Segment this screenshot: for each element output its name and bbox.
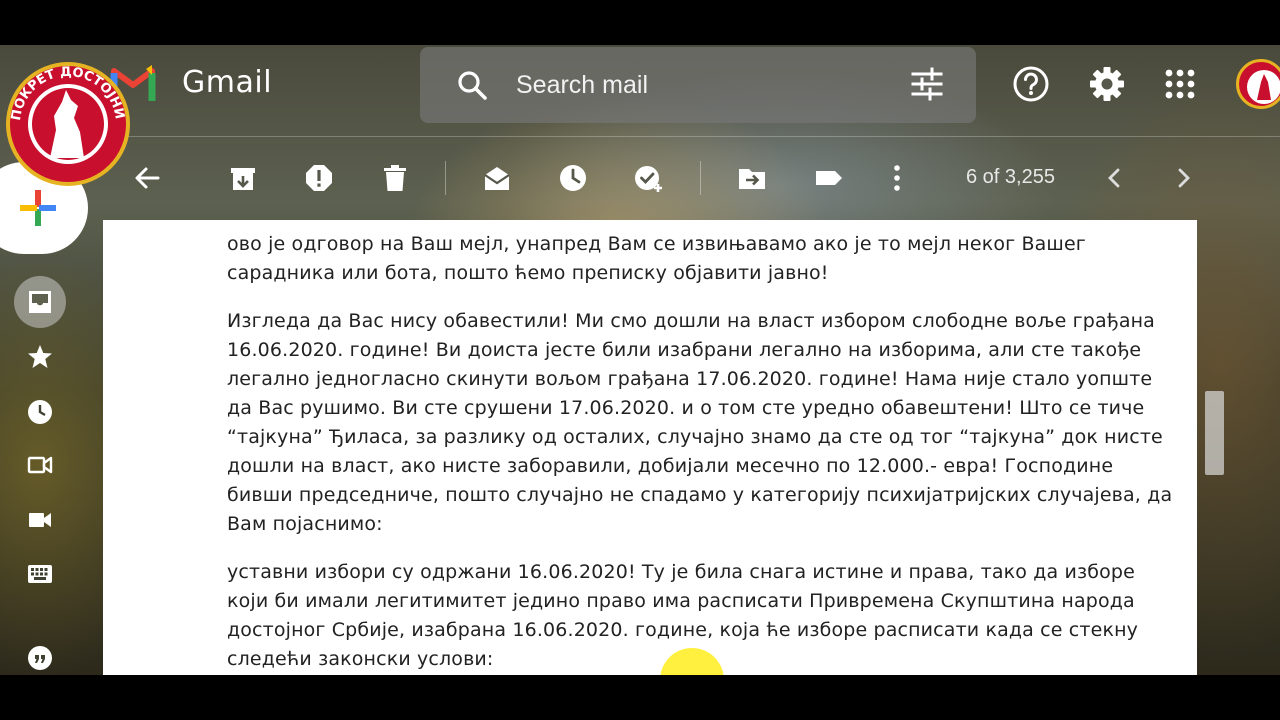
apps-grid-icon[interactable]: [1161, 65, 1199, 103]
pokret-logo-badge: ПОКРЕТ ДОСТОЈНИ СРБИЈЕ: [4, 60, 130, 186]
search-input[interactable]: [516, 69, 896, 101]
settings-gear-icon[interactable]: [1088, 65, 1126, 103]
sidebar-item-inbox[interactable]: [14, 276, 66, 328]
sidebar-item-snoozed[interactable]: [14, 386, 66, 438]
more-options-icon[interactable]: [882, 163, 912, 193]
clock-icon: [28, 400, 52, 424]
sidebar-item-starred[interactable]: [14, 331, 66, 383]
label-tag-icon[interactable]: [814, 163, 844, 193]
sidebar-item-join-meeting[interactable]: [14, 494, 66, 546]
message-paragraph: Изгледа да Вас нису обавестили! Ми смо д…: [227, 310, 1173, 535]
gmail-window: Gmail Search mail 6 of 3,255 ПОКРЕТ ДОСТ…: [0, 45, 1280, 675]
add-to-tasks-icon[interactable]: [634, 163, 664, 193]
help-icon[interactable]: [1012, 65, 1050, 103]
sidebar-item-chat[interactable]: [14, 632, 66, 675]
message-toolbar: 6 of 3,255: [100, 141, 1280, 217]
delete-trash-icon[interactable]: [380, 163, 410, 193]
message-text: ово је одговор на Ваш мејл, унапред Вам …: [227, 230, 1177, 675]
move-to-folder-icon[interactable]: [737, 163, 767, 193]
back-arrow-icon[interactable]: [132, 163, 162, 193]
video-camera-icon: [29, 513, 51, 527]
chat-quote-icon: [28, 646, 52, 670]
report-spam-icon[interactable]: [304, 163, 334, 193]
snooze-clock-icon[interactable]: [558, 163, 588, 193]
top-header: Gmail: [0, 45, 1280, 133]
star-icon: [28, 345, 52, 368]
header-divider: [100, 136, 1280, 137]
toolbar-divider: [445, 161, 446, 195]
video-letterbox-top: [0, 0, 1280, 45]
message-body: ово је одговор на Ваш мејл, унапред Вам …: [103, 220, 1197, 675]
message-pager-count: 6 of 3,255: [966, 166, 1055, 188]
search-icon[interactable]: [456, 69, 488, 101]
chevron-right-icon[interactable]: [1168, 163, 1198, 193]
chevron-left-icon[interactable]: [1100, 163, 1130, 193]
toolbar-divider: [700, 161, 701, 195]
mark-unread-icon[interactable]: [482, 163, 512, 193]
scrollbar-thumb[interactable]: [1205, 391, 1224, 475]
sidebar-item-meet[interactable]: [14, 439, 66, 491]
message-paragraph: ово је одговор на Ваш мејл, унапред Вам …: [227, 233, 1086, 284]
video-camera-outline-icon: [27, 456, 53, 474]
wolf-icon: [1247, 70, 1280, 104]
archive-icon[interactable]: [228, 163, 258, 193]
sidebar-item-keyboard[interactable]: [14, 548, 66, 600]
search-bar[interactable]: [420, 47, 976, 123]
account-avatar[interactable]: [1236, 59, 1280, 109]
compose-plus-icon: [20, 190, 56, 226]
search-options-icon[interactable]: [910, 67, 944, 101]
inbox-icon: [29, 291, 51, 313]
app-name[interactable]: Gmail: [182, 65, 272, 100]
video-letterbox-bottom: [0, 675, 1280, 720]
keyboard-icon: [28, 565, 52, 583]
